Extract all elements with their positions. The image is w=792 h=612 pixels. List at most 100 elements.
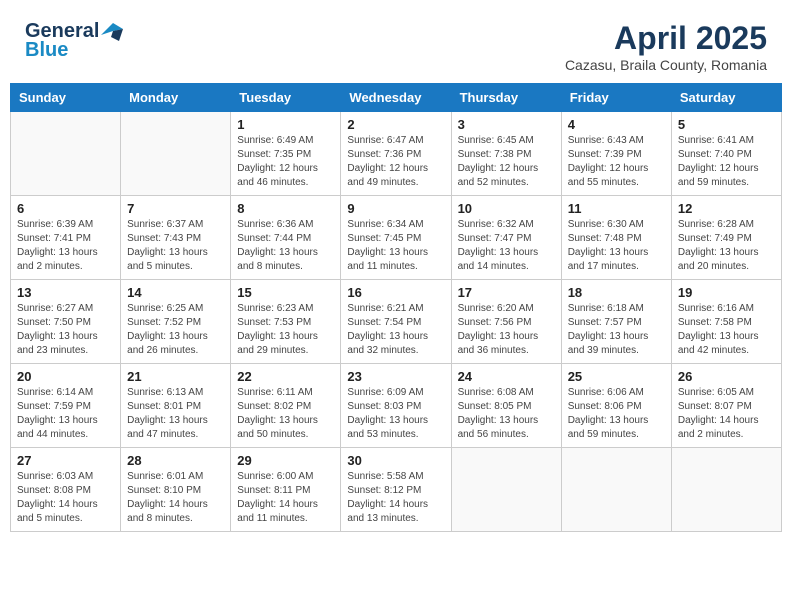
calendar-cell: 6 Sunrise: 6:39 AMSunset: 7:41 PMDaylight… bbox=[11, 196, 121, 280]
day-number: 19 bbox=[678, 285, 775, 300]
day-number: 27 bbox=[17, 453, 114, 468]
week-row-3: 13 Sunrise: 6:27 AMSunset: 7:50 PMDayligh… bbox=[11, 280, 782, 364]
day-number: 26 bbox=[678, 369, 775, 384]
header-sunday: Sunday bbox=[11, 84, 121, 112]
calendar-cell: 26 Sunrise: 6:05 AMSunset: 8:07 PMDayligh… bbox=[671, 364, 781, 448]
logo-bird-icon bbox=[101, 23, 123, 41]
calendar-cell: 22 Sunrise: 6:11 AMSunset: 8:02 PMDayligh… bbox=[231, 364, 341, 448]
day-info: Sunrise: 6:14 AMSunset: 7:59 PMDaylight:… bbox=[17, 386, 114, 442]
calendar-cell: 11 Sunrise: 6:30 AMSunset: 7:48 PMDayligh… bbox=[561, 196, 671, 280]
day-info: Sunrise: 6:30 AMSunset: 7:48 PMDaylight:… bbox=[568, 218, 665, 274]
day-info: Sunrise: 6:36 AMSunset: 7:44 PMDaylight:… bbox=[237, 218, 334, 274]
day-number: 5 bbox=[678, 117, 775, 132]
calendar-cell bbox=[671, 448, 781, 532]
day-number: 24 bbox=[458, 369, 555, 384]
day-info: Sunrise: 6:41 AMSunset: 7:40 PMDaylight:… bbox=[678, 134, 775, 190]
week-row-2: 6 Sunrise: 6:39 AMSunset: 7:41 PMDaylight… bbox=[11, 196, 782, 280]
day-number: 12 bbox=[678, 201, 775, 216]
day-info: Sunrise: 6:20 AMSunset: 7:56 PMDaylight:… bbox=[458, 302, 555, 358]
calendar-cell: 19 Sunrise: 6:16 AMSunset: 7:58 PMDayligh… bbox=[671, 280, 781, 364]
calendar-cell: 1Sunrise: 6:49 AMSunset: 7:35 PMDaylight… bbox=[231, 112, 341, 196]
day-number: 9 bbox=[347, 201, 444, 216]
calendar-cell: 17 Sunrise: 6:20 AMSunset: 7:56 PMDayligh… bbox=[451, 280, 561, 364]
calendar-cell: 21Sunrise: 6:13 AMSunset: 8:01 PMDayligh… bbox=[121, 364, 231, 448]
day-info: Sunrise: 6:47 AMSunset: 7:36 PMDaylight:… bbox=[347, 134, 444, 190]
day-number: 7 bbox=[127, 201, 224, 216]
calendar-cell: 2 Sunrise: 6:47 AMSunset: 7:36 PMDaylight… bbox=[341, 112, 451, 196]
calendar-cell: 24 Sunrise: 6:08 AMSunset: 8:05 PMDayligh… bbox=[451, 364, 561, 448]
day-number: 28 bbox=[127, 453, 224, 468]
calendar-cell: 3 Sunrise: 6:45 AMSunset: 7:38 PMDaylight… bbox=[451, 112, 561, 196]
calendar-cell: 25 Sunrise: 6:06 AMSunset: 8:06 PMDayligh… bbox=[561, 364, 671, 448]
day-info: Sunrise: 6:11 AMSunset: 8:02 PMDaylight:… bbox=[237, 386, 334, 442]
calendar-cell: 4 Sunrise: 6:43 AMSunset: 7:39 PMDaylight… bbox=[561, 112, 671, 196]
calendar-cell: 7 Sunrise: 6:37 AMSunset: 7:43 PMDaylight… bbox=[121, 196, 231, 280]
day-info: Sunrise: 6:49 AMSunset: 7:35 PMDaylight:… bbox=[237, 134, 334, 190]
calendar-cell: 30 Sunrise: 5:58 AMSunset: 8:12 PMDayligh… bbox=[341, 448, 451, 532]
day-info: Sunrise: 6:00 AMSunset: 8:11 PMDaylight:… bbox=[237, 470, 334, 526]
header: General Blue April 2025 Cazasu, Braila C… bbox=[10, 10, 782, 78]
logo: General Blue bbox=[25, 20, 123, 62]
calendar-cell bbox=[11, 112, 121, 196]
day-number: 11 bbox=[568, 201, 665, 216]
day-number: 14 bbox=[127, 285, 224, 300]
calendar-table: Sunday Monday Tuesday Wednesday Thursday… bbox=[10, 83, 782, 532]
day-number: 6 bbox=[17, 201, 114, 216]
header-saturday: Saturday bbox=[671, 84, 781, 112]
calendar-cell: 14 Sunrise: 6:25 AMSunset: 7:52 PMDayligh… bbox=[121, 280, 231, 364]
header-row: Sunday Monday Tuesday Wednesday Thursday… bbox=[11, 84, 782, 112]
day-info: Sunrise: 6:45 AMSunset: 7:38 PMDaylight:… bbox=[458, 134, 555, 190]
day-number: 13 bbox=[17, 285, 114, 300]
day-number: 21 bbox=[127, 369, 224, 384]
day-info: Sunrise: 6:37 AMSunset: 7:43 PMDaylight:… bbox=[127, 218, 224, 274]
calendar-cell: 27Sunrise: 6:03 AMSunset: 8:08 PMDayligh… bbox=[11, 448, 121, 532]
week-row-4: 20 Sunrise: 6:14 AMSunset: 7:59 PMDayligh… bbox=[11, 364, 782, 448]
month-title: April 2025 bbox=[565, 20, 767, 57]
day-number: 8 bbox=[237, 201, 334, 216]
day-info: Sunrise: 6:21 AMSunset: 7:54 PMDaylight:… bbox=[347, 302, 444, 358]
calendar-cell bbox=[561, 448, 671, 532]
calendar-cell bbox=[451, 448, 561, 532]
day-info: Sunrise: 6:06 AMSunset: 8:06 PMDaylight:… bbox=[568, 386, 665, 442]
logo-blue: Blue bbox=[25, 39, 68, 62]
calendar-cell: 23Sunrise: 6:09 AMSunset: 8:03 PMDayligh… bbox=[341, 364, 451, 448]
header-tuesday: Tuesday bbox=[231, 84, 341, 112]
day-number: 4 bbox=[568, 117, 665, 132]
calendar-cell: 10 Sunrise: 6:32 AMSunset: 7:47 PMDayligh… bbox=[451, 196, 561, 280]
day-number: 2 bbox=[347, 117, 444, 132]
calendar-cell: 20 Sunrise: 6:14 AMSunset: 7:59 PMDayligh… bbox=[11, 364, 121, 448]
day-info: Sunrise: 6:18 AMSunset: 7:57 PMDaylight:… bbox=[568, 302, 665, 358]
day-info: Sunrise: 6:23 AMSunset: 7:53 PMDaylight:… bbox=[237, 302, 334, 358]
day-number: 25 bbox=[568, 369, 665, 384]
calendar-cell: 15Sunrise: 6:23 AMSunset: 7:53 PMDayligh… bbox=[231, 280, 341, 364]
calendar-cell: 8 Sunrise: 6:36 AMSunset: 7:44 PMDaylight… bbox=[231, 196, 341, 280]
day-info: Sunrise: 6:39 AMSunset: 7:41 PMDaylight:… bbox=[17, 218, 114, 274]
day-info: Sunrise: 6:16 AMSunset: 7:58 PMDaylight:… bbox=[678, 302, 775, 358]
day-info: Sunrise: 6:05 AMSunset: 8:07 PMDaylight:… bbox=[678, 386, 775, 442]
day-number: 16 bbox=[347, 285, 444, 300]
day-info: Sunrise: 6:28 AMSunset: 7:49 PMDaylight:… bbox=[678, 218, 775, 274]
day-number: 29 bbox=[237, 453, 334, 468]
day-info: Sunrise: 6:43 AMSunset: 7:39 PMDaylight:… bbox=[568, 134, 665, 190]
day-info: Sunrise: 6:34 AMSunset: 7:45 PMDaylight:… bbox=[347, 218, 444, 274]
day-info: Sunrise: 6:25 AMSunset: 7:52 PMDaylight:… bbox=[127, 302, 224, 358]
header-friday: Friday bbox=[561, 84, 671, 112]
day-info: Sunrise: 6:32 AMSunset: 7:47 PMDaylight:… bbox=[458, 218, 555, 274]
day-info: Sunrise: 6:08 AMSunset: 8:05 PMDaylight:… bbox=[458, 386, 555, 442]
day-number: 17 bbox=[458, 285, 555, 300]
day-number: 20 bbox=[17, 369, 114, 384]
day-info: Sunrise: 6:27 AMSunset: 7:50 PMDaylight:… bbox=[17, 302, 114, 358]
day-number: 22 bbox=[237, 369, 334, 384]
calendar-cell: 16 Sunrise: 6:21 AMSunset: 7:54 PMDayligh… bbox=[341, 280, 451, 364]
day-number: 30 bbox=[347, 453, 444, 468]
day-number: 10 bbox=[458, 201, 555, 216]
calendar-cell: 12 Sunrise: 6:28 AMSunset: 7:49 PMDayligh… bbox=[671, 196, 781, 280]
calendar-cell: 28 Sunrise: 6:01 AMSunset: 8:10 PMDayligh… bbox=[121, 448, 231, 532]
header-monday: Monday bbox=[121, 84, 231, 112]
title-area: April 2025 Cazasu, Braila County, Romani… bbox=[565, 20, 767, 73]
calendar-cell: 18Sunrise: 6:18 AMSunset: 7:57 PMDayligh… bbox=[561, 280, 671, 364]
day-info: Sunrise: 6:01 AMSunset: 8:10 PMDaylight:… bbox=[127, 470, 224, 526]
calendar-cell: 5 Sunrise: 6:41 AMSunset: 7:40 PMDaylight… bbox=[671, 112, 781, 196]
day-info: Sunrise: 5:58 AMSunset: 8:12 PMDaylight:… bbox=[347, 470, 444, 526]
day-number: 3 bbox=[458, 117, 555, 132]
